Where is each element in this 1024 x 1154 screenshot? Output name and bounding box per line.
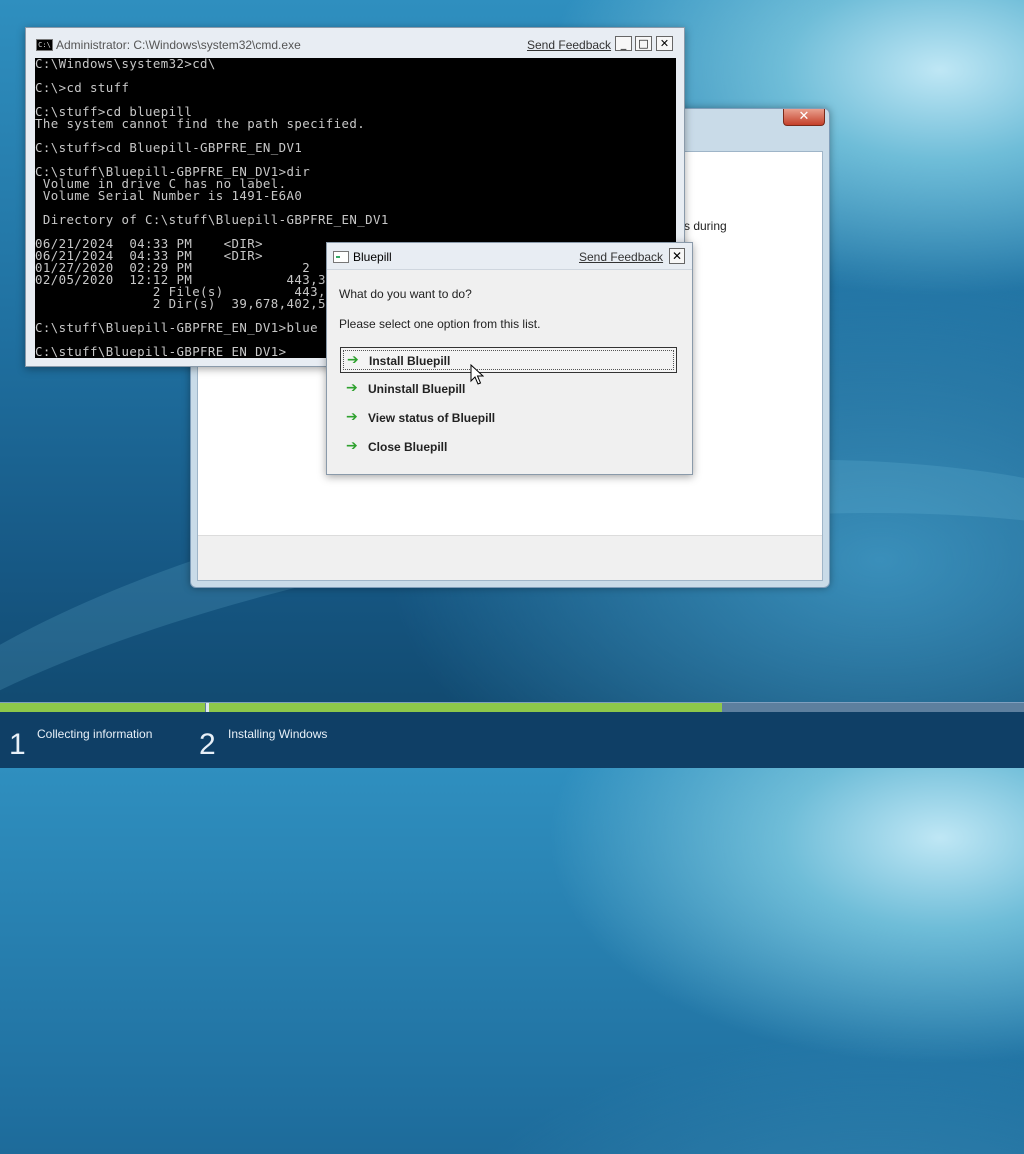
mouse-cursor-icon (470, 364, 484, 385)
cmd-close-button[interactable]: ✕ (656, 36, 673, 51)
bluepill-title: Bluepill (353, 250, 392, 264)
option-view-status[interactable]: ➔ View status of Bluepill (340, 405, 677, 431)
option-label: Close Bluepill (368, 440, 448, 454)
cmd-titlebar[interactable]: C:\ Administrator: C:\Windows\system32\c… (26, 28, 684, 58)
cmd-send-feedback-link[interactable]: Send Feedback (527, 38, 611, 52)
step-label-installing: Installing Windows (228, 727, 328, 741)
option-install-bluepill[interactable]: ➔ Install Bluepill (340, 347, 677, 373)
option-label: Uninstall Bluepill (368, 382, 466, 396)
cmd-window-title: Administrator: C:\Windows\system32\cmd.e… (56, 38, 301, 52)
bluepill-titlebar[interactable]: Bluepill Send Feedback ✕ (327, 243, 692, 270)
app-window-icon (333, 251, 349, 263)
option-label: Install Bluepill (369, 354, 451, 368)
green-arrow-icon: ➔ (346, 409, 358, 425)
cmd-icon: C:\ (36, 39, 53, 51)
maximize-button[interactable]: □ (635, 36, 652, 51)
option-close-bluepill[interactable]: ➔ Close Bluepill (340, 434, 677, 460)
step-label-collecting: Collecting information (37, 727, 153, 741)
setup-footer (198, 535, 822, 580)
bluepill-question: What do you want to do? (339, 287, 472, 301)
step-number-1: 1 (9, 728, 26, 761)
option-label: View status of Bluepill (368, 411, 496, 425)
option-uninstall-bluepill[interactable]: ➔ Uninstall Bluepill (340, 376, 677, 402)
green-arrow-icon: ➔ (346, 380, 358, 396)
bluepill-send-feedback-link[interactable]: Send Feedback (579, 250, 663, 264)
minimize-button[interactable]: _ (615, 36, 632, 51)
setup-steps-strip (0, 712, 1024, 768)
green-arrow-icon: ➔ (347, 352, 359, 368)
bluepill-instruction: Please select one option from this list. (339, 317, 541, 331)
green-arrow-icon: ➔ (346, 438, 358, 454)
bluepill-close-button[interactable]: ✕ (669, 248, 685, 264)
setup-partial-text: s during (684, 219, 727, 233)
bluepill-dialog: Bluepill Send Feedback ✕ What do you wan… (326, 242, 693, 475)
setup-close-button[interactable]: ✕ (783, 109, 825, 126)
step-number-2: 2 (199, 728, 216, 761)
